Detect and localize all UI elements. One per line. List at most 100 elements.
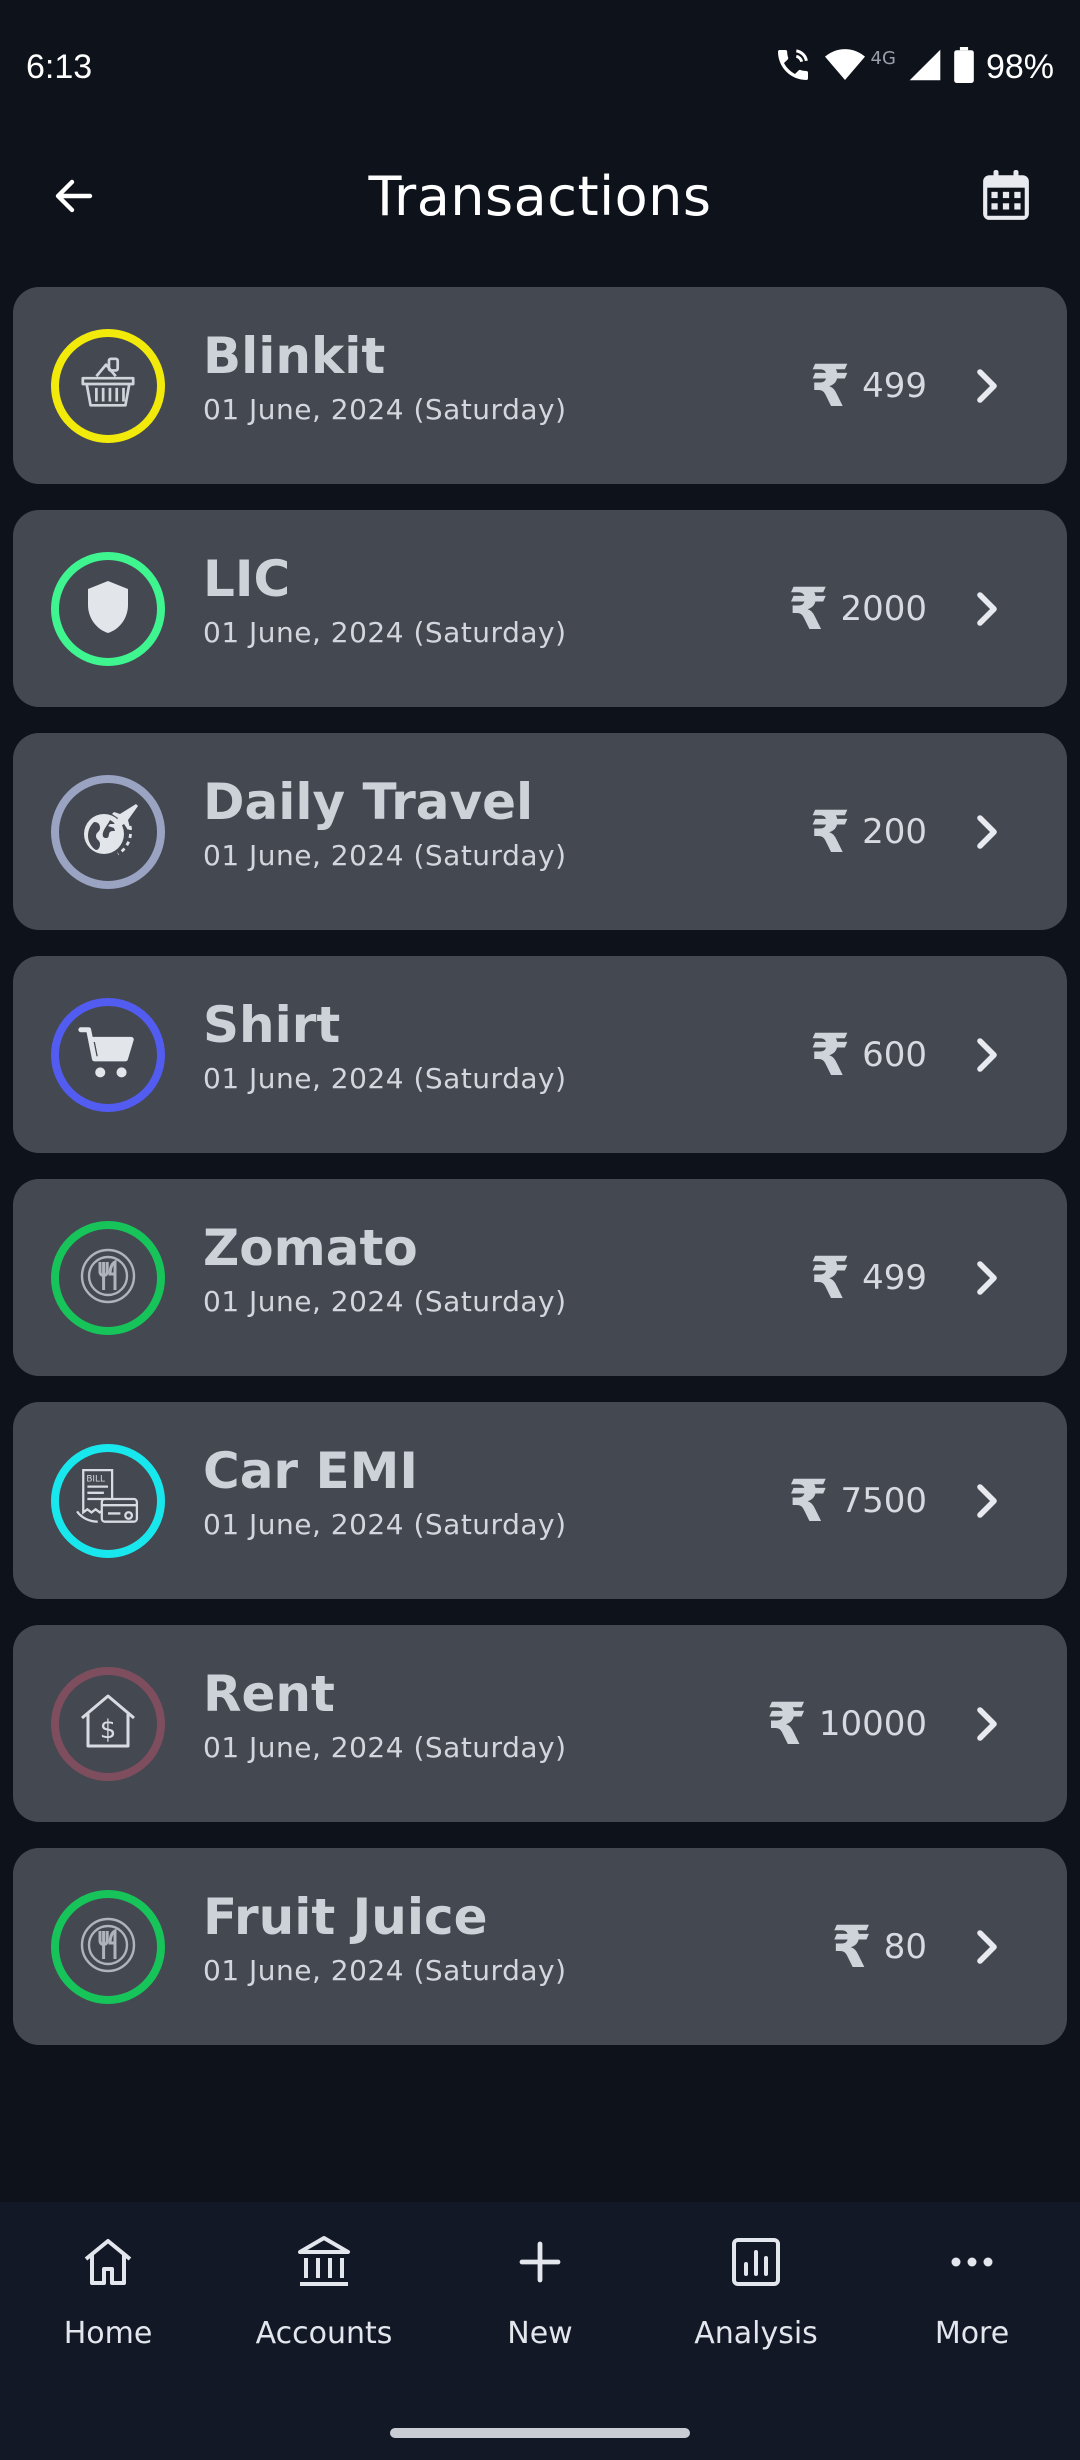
bank-icon [294, 2232, 354, 2292]
transaction-name: Blinkit [203, 327, 386, 385]
rupee-icon: ₹ [809, 1243, 851, 1312]
dining-icon [76, 1913, 140, 1981]
nav-item-new[interactable]: New [432, 2232, 648, 2402]
plus-icon [510, 2232, 570, 2292]
category-icon-ring [51, 1221, 165, 1335]
transaction-amount: ₹ 499 [810, 287, 927, 484]
transaction-amount: ₹ 80 [831, 1848, 927, 2045]
transaction-date: 01 June, 2024 (Saturday) [203, 1508, 567, 1541]
nav-label: Analysis [694, 2316, 818, 2351]
amount-value: 2000 [840, 588, 927, 629]
chevron-right-icon[interactable] [963, 361, 1013, 411]
status-bar: 6:13 4G 98% [0, 0, 1080, 134]
amount-value: 499 [862, 365, 927, 406]
transaction-card[interactable]: Zomato 01 June, 2024 (Saturday) ₹ 499 [13, 1179, 1067, 1376]
dining-icon [76, 1244, 140, 1312]
transaction-text: Rent 01 June, 2024 (Saturday) [203, 1663, 567, 1764]
home-indicator[interactable] [390, 2428, 690, 2438]
transaction-amount: ₹ 200 [810, 733, 927, 930]
transaction-text: LIC 01 June, 2024 (Saturday) [203, 548, 567, 649]
transactions-list: Blinkit 01 June, 2024 (Saturday) ₹ 499 L… [13, 287, 1067, 2071]
transaction-name: Shirt [203, 996, 341, 1054]
status-time: 6:13 [26, 47, 93, 86]
bottom-navigation: Home Accounts New Analysis More [0, 2202, 1080, 2460]
page-title: Transactions [368, 164, 712, 228]
globe-plane-icon [76, 798, 140, 866]
chevron-right-icon[interactable] [963, 1922, 1013, 1972]
rupee-icon: ₹ [788, 574, 829, 643]
category-icon-ring [51, 775, 165, 889]
transaction-card[interactable]: Fruit Juice 01 June, 2024 (Saturday) ₹ 8… [13, 1848, 1067, 2045]
transaction-card[interactable]: Blinkit 01 June, 2024 (Saturday) ₹ 499 [13, 287, 1067, 484]
app-header: Transactions [0, 134, 1080, 258]
amount-value: 499 [862, 1257, 927, 1298]
svg-text:$: $ [100, 1715, 117, 1745]
category-icon-ring: $ [51, 1667, 165, 1781]
chevron-right-icon[interactable] [963, 807, 1013, 857]
transaction-card[interactable]: $ Rent 01 June, 2024 (Saturday) ₹ 10000 [13, 1625, 1067, 1822]
nav-item-more[interactable]: More [864, 2232, 1080, 2402]
nav-item-analysis[interactable]: Analysis [648, 2232, 864, 2402]
category-icon-ring: BILL [51, 1444, 165, 1558]
more-dots-icon [942, 2232, 1002, 2292]
rupee-icon: ₹ [809, 797, 851, 866]
transaction-card[interactable]: BILL Car EMI 01 June, 2024 (Saturday) ₹ … [13, 1402, 1067, 1599]
amount-value: 7500 [840, 1480, 927, 1521]
signal-icon [908, 48, 942, 86]
nav-label: Accounts [255, 2316, 393, 2351]
chevron-right-icon[interactable] [963, 1699, 1013, 1749]
wifi-icon [824, 47, 865, 87]
wifi-call-icon [773, 45, 813, 89]
calendar-icon [983, 170, 1029, 220]
battery-percent: 98% [985, 47, 1054, 86]
category-icon-ring [51, 329, 165, 443]
transaction-text: Car EMI 01 June, 2024 (Saturday) [203, 1440, 567, 1541]
chevron-right-icon[interactable] [963, 1476, 1013, 1526]
transaction-name: Daily Travel [203, 773, 534, 831]
transaction-card[interactable]: Shirt 01 June, 2024 (Saturday) ₹ 600 [13, 956, 1067, 1153]
home-icon [78, 2232, 138, 2292]
nav-item-home[interactable]: Home [0, 2232, 216, 2402]
category-icon-ring [51, 552, 165, 666]
calendar-button[interactable] [972, 162, 1040, 230]
transaction-text: Daily Travel 01 June, 2024 (Saturday) [203, 771, 567, 872]
transaction-amount: ₹ 7500 [788, 1402, 927, 1599]
transaction-text: Blinkit 01 June, 2024 (Saturday) [203, 325, 567, 426]
transaction-name: LIC [203, 550, 291, 608]
amount-value: 10000 [818, 1703, 927, 1744]
rupee-icon: ₹ [809, 351, 851, 420]
transaction-text: Fruit Juice 01 June, 2024 (Saturday) [203, 1886, 567, 1987]
transaction-card[interactable]: Daily Travel 01 June, 2024 (Saturday) ₹ … [13, 733, 1067, 930]
transaction-date: 01 June, 2024 (Saturday) [203, 393, 567, 426]
chevron-right-icon[interactable] [963, 1030, 1013, 1080]
analysis-icon [726, 2232, 786, 2292]
nav-label: More [934, 2316, 1010, 2351]
transaction-text: Zomato 01 June, 2024 (Saturday) [203, 1217, 567, 1318]
back-button[interactable] [40, 162, 108, 230]
chevron-right-icon[interactable] [963, 584, 1013, 634]
nav-item-accounts[interactable]: Accounts [216, 2232, 432, 2402]
transaction-date: 01 June, 2024 (Saturday) [203, 839, 567, 872]
bill-card-icon: BILL [75, 1466, 141, 1536]
transaction-amount: ₹ 600 [810, 956, 927, 1153]
basket-icon [77, 353, 139, 419]
transaction-card[interactable]: LIC 01 June, 2024 (Saturday) ₹ 2000 [13, 510, 1067, 707]
rupee-icon: ₹ [788, 1466, 829, 1535]
transaction-text: Shirt 01 June, 2024 (Saturday) [203, 994, 567, 1095]
transaction-date: 01 June, 2024 (Saturday) [203, 1954, 567, 1987]
amount-value: 80 [883, 1926, 927, 1967]
transaction-amount: ₹ 10000 [766, 1625, 927, 1822]
chevron-right-icon[interactable] [963, 1253, 1013, 1303]
amount-value: 200 [862, 811, 927, 852]
rupee-icon: ₹ [831, 1912, 872, 1981]
transaction-name: Fruit Juice [203, 1888, 488, 1946]
category-icon-ring [51, 998, 165, 1112]
category-icon-ring [51, 1890, 165, 2004]
transaction-name: Zomato [203, 1219, 418, 1277]
transaction-date: 01 June, 2024 (Saturday) [203, 1731, 567, 1764]
rupee-icon: ₹ [809, 1020, 851, 1089]
shield-icon [83, 579, 133, 639]
cart-icon [77, 1022, 139, 1088]
arrow-left-icon [55, 179, 93, 213]
transaction-amount: ₹ 2000 [788, 510, 927, 707]
